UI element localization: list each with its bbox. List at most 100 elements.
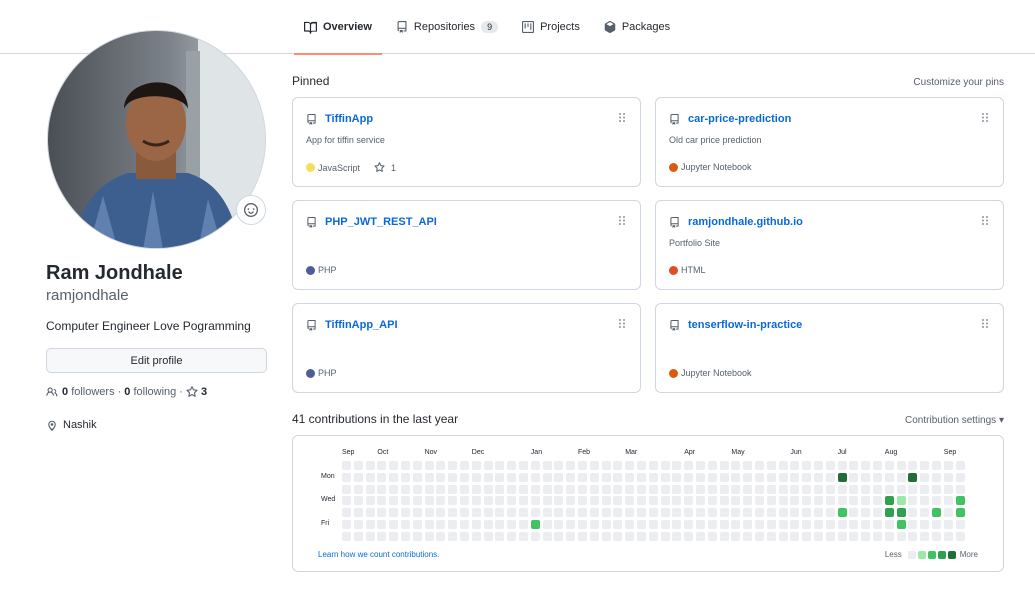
contribution-day-cell[interactable] xyxy=(837,496,847,506)
contribution-day-cell[interactable] xyxy=(554,508,564,518)
contribution-day-cell[interactable] xyxy=(566,520,576,529)
contribution-day-cell[interactable] xyxy=(920,520,930,529)
contribution-day-cell[interactable] xyxy=(696,472,705,482)
contribution-day-cell[interactable] xyxy=(436,496,446,506)
contribution-day-cell[interactable] xyxy=(920,461,930,470)
contribution-day-cell[interactable] xyxy=(660,461,670,470)
contribution-day-cell[interactable] xyxy=(530,508,540,518)
avatar[interactable] xyxy=(47,30,266,249)
contribution-day-cell[interactable] xyxy=(755,461,764,470)
contribution-day-cell[interactable] xyxy=(766,472,776,482)
contribution-day-cell[interactable] xyxy=(471,508,481,518)
contribution-day-cell[interactable] xyxy=(342,531,351,541)
contribution-day-cell[interactable] xyxy=(790,531,800,541)
contribution-day-cell[interactable] xyxy=(920,472,930,482)
contribution-day-cell[interactable] xyxy=(908,461,918,470)
contribution-day-cell[interactable] xyxy=(601,484,611,494)
contribution-day-cell[interactable] xyxy=(424,520,434,529)
contribution-day-cell[interactable] xyxy=(707,472,717,482)
contribution-day-cell[interactable] xyxy=(613,461,623,470)
learn-contributions-link[interactable]: Learn how we count contributions. xyxy=(318,550,439,559)
contribution-day-cell[interactable] xyxy=(519,520,528,529)
repo-name-link[interactable]: car-price-prediction xyxy=(688,113,791,125)
contribution-day-cell[interactable] xyxy=(436,472,446,482)
contribution-day-cell[interactable] xyxy=(566,461,576,470)
contribution-day-cell[interactable] xyxy=(825,508,835,518)
contribution-day-cell[interactable] xyxy=(530,461,540,470)
contribution-day-cell[interactable] xyxy=(672,496,682,506)
contribution-day-cell[interactable] xyxy=(412,508,422,518)
contribution-day-cell[interactable] xyxy=(625,484,635,494)
contribution-day-cell[interactable] xyxy=(460,472,469,482)
contribution-day-cell[interactable] xyxy=(884,508,894,518)
contribution-day-cell[interactable] xyxy=(637,496,646,506)
contribution-day-cell[interactable] xyxy=(448,520,458,529)
contribution-day-cell[interactable] xyxy=(896,484,906,494)
contribution-day-cell[interactable] xyxy=(955,531,965,541)
contribution-day-cell[interactable] xyxy=(778,508,788,518)
contribution-day-cell[interactable] xyxy=(637,472,646,482)
contribution-day-cell[interactable] xyxy=(648,496,658,506)
contribution-day-cell[interactable] xyxy=(660,531,670,541)
contribution-day-cell[interactable] xyxy=(837,520,847,529)
contribution-day-cell[interactable] xyxy=(814,472,823,482)
contribution-day-cell[interactable] xyxy=(530,484,540,494)
contribution-day-cell[interactable] xyxy=(578,520,587,529)
contribution-day-cell[interactable] xyxy=(660,484,670,494)
contribution-day-cell[interactable] xyxy=(353,508,363,518)
contribution-day-cell[interactable] xyxy=(424,484,434,494)
contribution-day-cell[interactable] xyxy=(672,508,682,518)
contribution-day-cell[interactable] xyxy=(766,520,776,529)
contribution-day-cell[interactable] xyxy=(424,508,434,518)
contribution-day-cell[interactable] xyxy=(790,472,800,482)
contribution-day-cell[interactable] xyxy=(448,461,458,470)
contribution-day-cell[interactable] xyxy=(542,508,552,518)
contribution-day-cell[interactable] xyxy=(353,520,363,529)
contribution-day-cell[interactable] xyxy=(884,461,894,470)
contribution-day-cell[interactable] xyxy=(436,508,446,518)
contribution-day-cell[interactable] xyxy=(637,461,646,470)
stars-link[interactable]: 3 xyxy=(186,386,207,398)
contribution-day-cell[interactable] xyxy=(908,496,918,506)
contribution-day-cell[interactable] xyxy=(696,508,705,518)
contribution-day-cell[interactable] xyxy=(920,484,930,494)
contribution-day-cell[interactable] xyxy=(837,461,847,470)
contribution-day-cell[interactable] xyxy=(424,472,434,482)
contribution-day-cell[interactable] xyxy=(507,461,517,470)
contribution-day-cell[interactable] xyxy=(755,472,764,482)
contribution-day-cell[interactable] xyxy=(566,531,576,541)
contribution-day-cell[interactable] xyxy=(637,531,646,541)
contribution-day-cell[interactable] xyxy=(707,496,717,506)
contribution-day-cell[interactable] xyxy=(707,484,717,494)
contribution-day-cell[interactable] xyxy=(507,496,517,506)
contribution-day-cell[interactable] xyxy=(861,531,871,541)
contribution-settings-dropdown[interactable]: Contribution settings ▾ xyxy=(905,415,1004,426)
contribution-day-cell[interactable] xyxy=(389,531,399,541)
contribution-day-cell[interactable] xyxy=(365,472,375,482)
contribution-day-cell[interactable] xyxy=(460,484,469,494)
contribution-day-cell[interactable] xyxy=(495,508,505,518)
contribution-day-cell[interactable] xyxy=(519,472,528,482)
contribution-day-cell[interactable] xyxy=(743,496,753,506)
contribution-day-cell[interactable] xyxy=(884,472,894,482)
contribution-day-cell[interactable] xyxy=(955,472,965,482)
contribution-day-cell[interactable] xyxy=(589,472,599,482)
contribution-day-cell[interactable] xyxy=(696,531,705,541)
contribution-day-cell[interactable] xyxy=(802,520,812,529)
contribution-day-cell[interactable] xyxy=(389,508,399,518)
contribution-day-cell[interactable] xyxy=(554,484,564,494)
contribution-day-cell[interactable] xyxy=(861,496,871,506)
contribution-day-cell[interactable] xyxy=(837,531,847,541)
contribution-day-cell[interactable] xyxy=(731,484,741,494)
contribution-day-cell[interactable] xyxy=(613,484,623,494)
contribution-day-cell[interactable] xyxy=(412,461,422,470)
contribution-day-cell[interactable] xyxy=(519,461,528,470)
contribution-day-cell[interactable] xyxy=(660,496,670,506)
contribution-day-cell[interactable] xyxy=(519,508,528,518)
contribution-day-cell[interactable] xyxy=(637,484,646,494)
contribution-day-cell[interactable] xyxy=(849,531,859,541)
contribution-day-cell[interactable] xyxy=(861,472,871,482)
contribution-day-cell[interactable] xyxy=(637,508,646,518)
contribution-day-cell[interactable] xyxy=(932,484,941,494)
contribution-day-cell[interactable] xyxy=(412,496,422,506)
